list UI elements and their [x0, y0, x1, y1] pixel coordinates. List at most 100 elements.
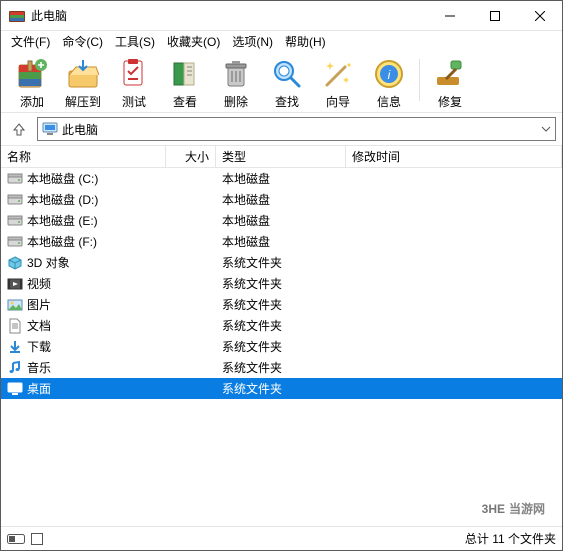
list-row[interactable]: 本地磁盘 (E:) 本地磁盘 [1, 210, 562, 231]
toolbar-wizard[interactable]: 向导 [313, 55, 363, 110]
maximize-button[interactable] [472, 1, 517, 31]
3d-icon [7, 255, 23, 271]
toolbar-info-label: 信息 [377, 91, 401, 110]
cell-type: 系统文件夹 [216, 275, 346, 292]
list-row[interactable]: 本地磁盘 (C:) 本地磁盘 [1, 168, 562, 189]
row-name-label: 本地磁盘 (D:) [27, 191, 98, 208]
row-name-label: 本地磁盘 (C:) [27, 170, 98, 187]
list-row[interactable]: 本地磁盘 (D:)本地磁盘 [1, 189, 562, 210]
address-text: 此电脑 [62, 121, 98, 138]
down-icon [7, 339, 23, 355]
toolbar-wizard-label: 向导 [326, 91, 350, 110]
cell-name: 本地磁盘 (F:) [1, 233, 166, 250]
toolbar-add-label: 添加 [20, 91, 44, 110]
row-name-label: 本地磁盘 (F:) [27, 233, 97, 250]
row-name-label: 视频 [27, 275, 51, 292]
toolbar: 添加 解压到 测试 查看 删除 查找 向导 [1, 51, 562, 113]
list-row[interactable]: 音乐 系统文件夹 [1, 357, 562, 378]
cell-name: 音乐 [1, 359, 166, 376]
toolbar-repair-label: 修复 [438, 91, 462, 110]
cell-name: 文档 [1, 317, 166, 334]
drive-icon [7, 213, 23, 229]
menu-file[interactable]: 文件(F) [5, 31, 56, 52]
pic-icon [7, 297, 23, 313]
cell-type: 本地磁盘 [216, 170, 346, 187]
toolbar-extract-label: 解压到 [65, 91, 101, 110]
cell-name: 本地磁盘 (E:) [1, 212, 166, 229]
cell-type: 系统文件夹 [216, 338, 346, 355]
list-row[interactable]: 视频 系统文件夹 [1, 273, 562, 294]
arrow-up-icon [12, 122, 26, 136]
cell-type: 本地磁盘 [216, 212, 346, 229]
delete-icon [219, 57, 253, 91]
toolbar-view-label: 查看 [173, 91, 197, 110]
test-icon [117, 57, 151, 91]
row-name-label: 本地磁盘 (E:) [27, 212, 98, 229]
row-name-label: 音乐 [27, 359, 51, 376]
col-name[interactable]: 名称 [1, 146, 166, 167]
cell-name: 下载 [1, 338, 166, 355]
col-mtime[interactable]: 修改时间 [346, 146, 562, 167]
doc-icon [7, 318, 23, 334]
address-row: 此电脑 [1, 113, 562, 146]
drive-icon [7, 234, 23, 250]
toolbar-delete-label: 删除 [224, 91, 248, 110]
menubar: 文件(F) 命令(C) 工具(S) 收藏夹(O) 选项(N) 帮助(H) [1, 31, 562, 51]
extract-icon [66, 57, 100, 91]
toolbar-test[interactable]: 测试 [109, 55, 159, 110]
drive-icon [7, 171, 23, 187]
wizard-icon [321, 57, 355, 91]
cell-name: 本地磁盘 (C:) [1, 170, 166, 187]
cell-type: 系统文件夹 [216, 254, 346, 271]
address-bar[interactable]: 此电脑 [37, 117, 556, 141]
cell-name: 3D 对象 [1, 254, 166, 271]
desk-icon [7, 381, 23, 397]
toolbar-test-label: 测试 [122, 91, 146, 110]
menu-commands[interactable]: 命令(C) [56, 31, 109, 52]
minimize-button[interactable] [427, 1, 472, 31]
computer-icon [42, 121, 58, 137]
find-icon [270, 57, 304, 91]
col-type[interactable]: 类型 [216, 146, 346, 167]
status-text: 总计 11 个文件夹 [465, 530, 556, 547]
cell-type: 本地磁盘 [216, 233, 346, 250]
list-row[interactable]: 本地磁盘 (F:) 本地磁盘 [1, 231, 562, 252]
repair-icon [433, 57, 467, 91]
cell-name: 视频 [1, 275, 166, 292]
toolbar-find[interactable]: 查找 [262, 55, 312, 110]
toolbar-info[interactable]: i 信息 [364, 55, 414, 110]
menu-help[interactable]: 帮助(H) [279, 31, 332, 52]
row-name-label: 3D 对象 [27, 254, 70, 271]
info-icon: i [372, 57, 406, 91]
col-size[interactable]: 大小 [166, 146, 216, 167]
toolbar-add[interactable]: 添加 [7, 55, 57, 110]
cell-type: 系统文件夹 [216, 317, 346, 334]
archive-add-icon [15, 57, 49, 91]
toolbar-separator [419, 59, 420, 101]
toolbar-delete[interactable]: 删除 [211, 55, 261, 110]
toolbar-extract[interactable]: 解压到 [58, 55, 108, 110]
list-row[interactable]: 桌面系统文件夹 [1, 378, 562, 399]
row-name-label: 下载 [27, 338, 51, 355]
cell-type: 系统文件夹 [216, 296, 346, 313]
titlebar: 此电脑 [1, 1, 562, 31]
list-row[interactable]: 3D 对象 系统文件夹 [1, 252, 562, 273]
chevron-down-icon[interactable] [541, 124, 551, 134]
toolbar-view[interactable]: 查看 [160, 55, 210, 110]
cell-type: 系统文件夹 [216, 359, 346, 376]
menu-favorites[interactable]: 收藏夹(O) [161, 31, 226, 52]
menu-options[interactable]: 选项(N) [226, 31, 279, 52]
close-button[interactable] [517, 1, 562, 31]
menu-tools[interactable]: 工具(S) [109, 31, 161, 52]
file-list[interactable]: 本地磁盘 (C:)本地磁盘本地磁盘 (D:)本地磁盘本地磁盘 (E:)本地磁盘本… [1, 168, 562, 526]
cell-type: 系统文件夹 [216, 380, 346, 397]
list-row[interactable]: 下载 系统文件夹 [1, 336, 562, 357]
toolbar-repair[interactable]: 修复 [425, 55, 475, 110]
row-name-label: 图片 [27, 296, 51, 313]
list-row[interactable]: 图片 系统文件夹 [1, 294, 562, 315]
window-title: 此电脑 [31, 7, 67, 24]
up-button[interactable] [7, 117, 31, 141]
list-row[interactable]: 文档 系统文件夹 [1, 315, 562, 336]
status-icon-2 [31, 533, 43, 545]
toolbar-find-label: 查找 [275, 91, 299, 110]
